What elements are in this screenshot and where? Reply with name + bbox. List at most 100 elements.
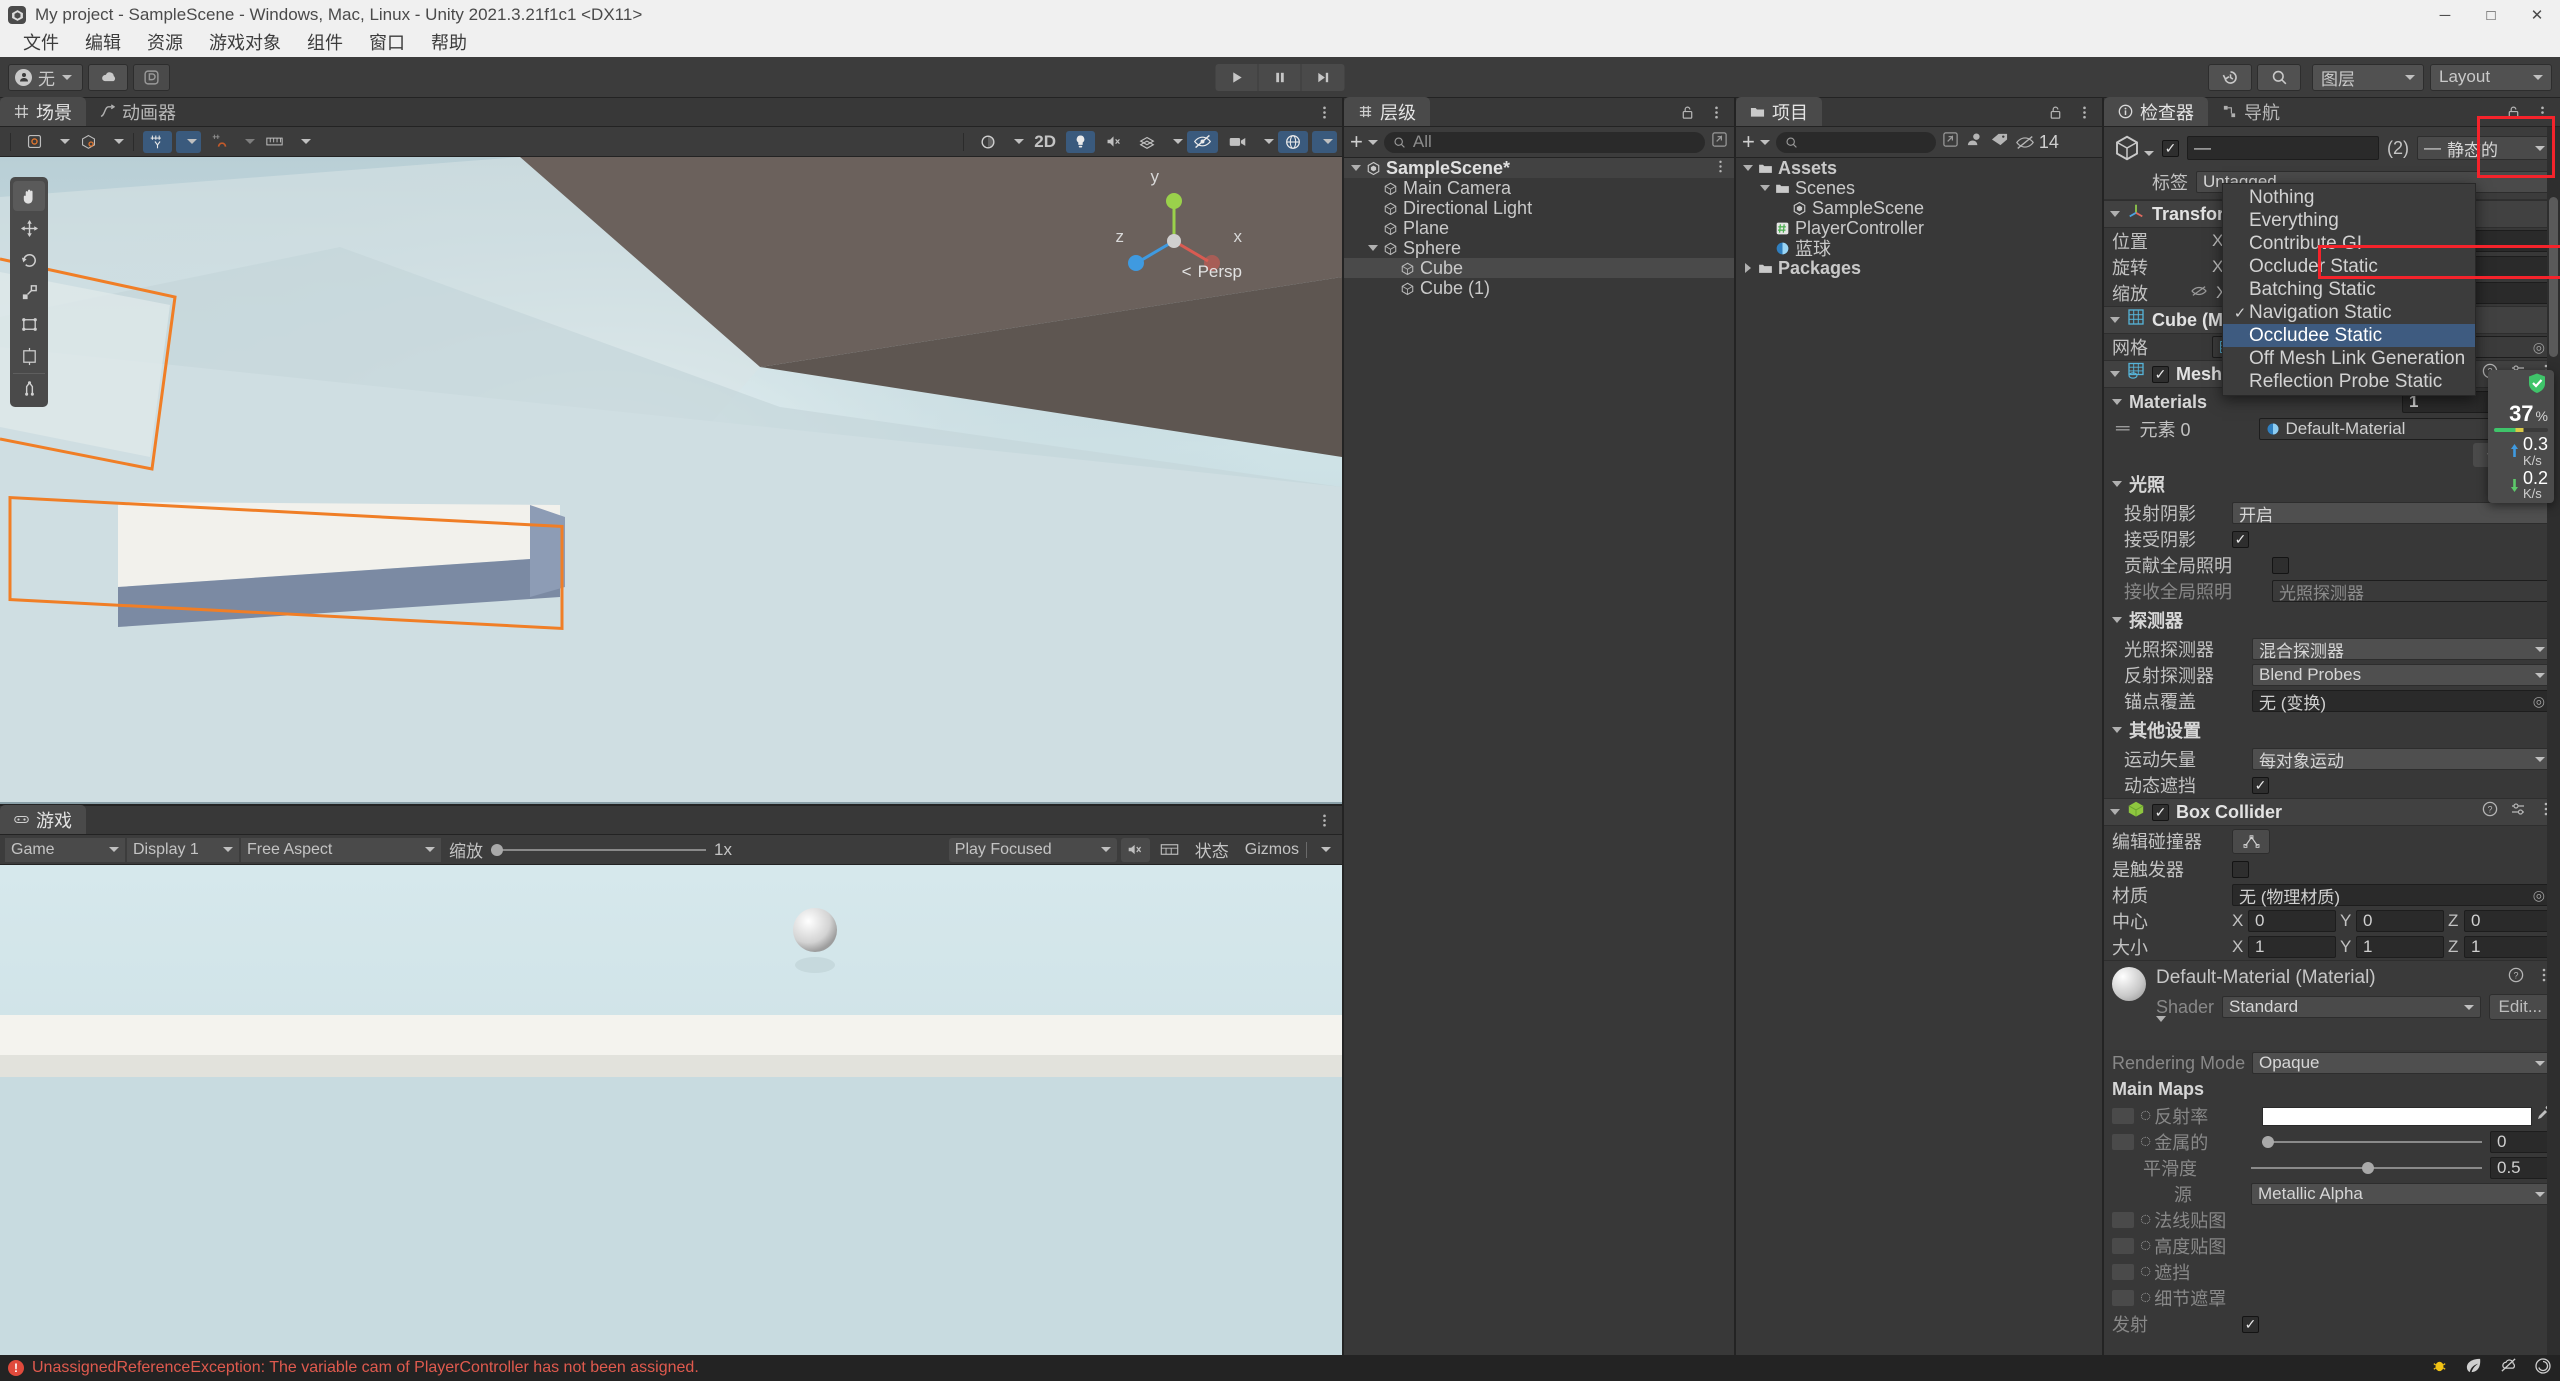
hierarchy-tree[interactable]: SampleScene* Main Camera Directional Light…	[1344, 158, 1734, 1355]
foldout-icon[interactable]	[2112, 727, 2122, 733]
hierarchy-search-input[interactable]: All	[1383, 131, 1705, 153]
2d-toggle[interactable]: 2D	[1028, 131, 1062, 153]
tree-row[interactable]: 蓝球	[1736, 238, 2102, 259]
stats-button[interactable]: 状态	[1189, 838, 1235, 862]
tab-scene[interactable]: 场景	[0, 97, 86, 126]
tab-hierarchy[interactable]: 层级	[1344, 97, 1430, 126]
tab-project[interactable]: 项目	[1736, 97, 1822, 126]
add-gameobject-button[interactable]: +	[1350, 131, 1378, 153]
drag-handle-icon[interactable]: ═	[2116, 418, 2129, 440]
object-picker-icon[interactable]: ◎	[2533, 339, 2545, 356]
status-bar[interactable]: ! UnassignedReferenceException: The vari…	[0, 1355, 2560, 1381]
contribute-gi-checkbox[interactable]	[2272, 556, 2289, 574]
tree-row[interactable]: Sphere	[1344, 238, 1734, 258]
scale-tool-button[interactable]	[13, 277, 45, 307]
magnet-snap-button[interactable]	[205, 131, 234, 153]
occlusion-texture-slot[interactable]	[2112, 1264, 2134, 1280]
static-flag-item[interactable]: ✓ Navigation Static	[2223, 301, 2475, 324]
menu-gameobject[interactable]: 游戏对象	[196, 30, 294, 57]
component-box-collider-header[interactable]: ✓ Box Collider ?	[2104, 798, 2560, 826]
size-z-field[interactable]: 1	[2464, 936, 2552, 958]
inspector-content[interactable]: ✓ — (2) — 静态的 标签 Untagged Transform 位置 X…	[2104, 127, 2560, 1355]
box-collider-enabled-checkbox[interactable]: ✓	[2152, 803, 2169, 821]
filter-by-type-icon[interactable]	[1965, 131, 1984, 154]
tree-row[interactable]: Packages	[1736, 258, 2102, 278]
static-flag-item[interactable]: Reflection Probe Static	[2223, 370, 2475, 393]
static-flags-menu[interactable]: Nothing Everything Contribute GI Occluder S…	[2222, 183, 2477, 396]
chevron-down-icon[interactable]	[245, 139, 255, 144]
hand-tool-button[interactable]	[13, 181, 45, 211]
menu-window[interactable]: 窗口	[356, 30, 418, 57]
project-popout-icon[interactable]	[1942, 131, 1959, 154]
hierarchy-popout-icon[interactable]	[1711, 131, 1728, 154]
menu-file[interactable]: 文件	[10, 30, 72, 57]
game-target-dropdown[interactable]: Game	[5, 837, 125, 862]
tree-foldout[interactable]	[1365, 245, 1381, 251]
albedo-color-field[interactable]	[2262, 1106, 2532, 1126]
kebab-icon[interactable]	[1317, 812, 1332, 834]
static-flag-item[interactable]: Batching Static	[2223, 278, 2475, 301]
smoothness-slider-thumb[interactable]	[2361, 1162, 2374, 1174]
ruler-snap-button[interactable]	[259, 131, 290, 153]
help-icon[interactable]: ?	[2482, 801, 2498, 823]
smoothness-value[interactable]: 0.5	[2490, 1157, 2552, 1179]
edit-shader-button[interactable]: Edit...	[2488, 994, 2552, 1020]
rotate-tool-button[interactable]	[13, 245, 45, 275]
play-mode-dropdown[interactable]: Play Focused	[948, 837, 1117, 862]
tree-row[interactable]: Plane	[1344, 218, 1734, 238]
tree-row[interactable]: Cube	[1344, 258, 1734, 278]
inspector-scrollbar[interactable]	[2547, 127, 2560, 1355]
audio-toggle[interactable]	[1099, 131, 1128, 153]
tab-inspector[interactable]: 检查器	[2104, 97, 2208, 126]
motion-vectors-dropdown[interactable]: 每对象运动	[2252, 748, 2552, 771]
other-settings-section[interactable]: 其他设置	[2104, 714, 2560, 746]
scene-persp-toggle[interactable]: < Persp	[1182, 262, 1242, 282]
undo-history-button[interactable]	[2208, 63, 2252, 91]
gizmos-dropdown[interactable]	[1312, 130, 1337, 153]
toggle-dot-icon[interactable]: ◌	[2140, 1261, 2151, 1283]
gizmos-dropdown-game[interactable]: Gizmos	[1239, 838, 1337, 862]
metallic-slider[interactable]	[2262, 1135, 2482, 1149]
layout-dropdown[interactable]: Layout	[2430, 63, 2552, 91]
chevron-down-icon[interactable]	[114, 139, 124, 144]
kebab-icon[interactable]	[1317, 104, 1332, 126]
center-x-field[interactable]: 0	[2248, 910, 2336, 932]
edit-collider-button[interactable]	[2232, 828, 2270, 854]
collider-material-field[interactable]: 无 (物理材质) ◎	[2232, 884, 2552, 907]
minimize-button[interactable]: ─	[2422, 0, 2468, 30]
dynamic-occlusion-checkbox[interactable]: ✓	[2252, 776, 2269, 794]
reflection-probes-dropdown[interactable]: Blend Probes	[2252, 664, 2552, 686]
project-search-input[interactable]	[1775, 131, 1936, 153]
game-viewport[interactable]	[0, 865, 1342, 1355]
normal-map-texture-slot[interactable]	[2112, 1212, 2134, 1228]
mute-audio-toggle[interactable]	[1120, 837, 1150, 862]
size-y-field[interactable]: 1	[2356, 936, 2444, 958]
static-flag-item[interactable]: Occluder Static	[2223, 255, 2475, 278]
leaf-icon[interactable]	[2464, 1357, 2483, 1379]
scene-camera-button[interactable]	[1222, 131, 1253, 153]
foldout-icon[interactable]	[2112, 617, 2122, 623]
object-picker-icon[interactable]: ◎	[2533, 693, 2545, 710]
close-button[interactable]: ✕	[2514, 0, 2560, 30]
chevron-down-icon[interactable]	[1264, 139, 1274, 144]
move-tool-button[interactable]	[13, 213, 45, 243]
static-flag-item[interactable]: Occludee Static	[2223, 324, 2476, 347]
height-map-texture-slot[interactable]	[2112, 1238, 2134, 1254]
pause-button[interactable]	[1258, 63, 1302, 91]
static-flag-item[interactable]: Contribute GI	[2223, 232, 2475, 255]
tool-pivot-rotation-button[interactable]	[20, 131, 49, 153]
hidden-objects-toggle[interactable]	[1187, 130, 1218, 153]
static-flag-item[interactable]: Everything	[2223, 209, 2475, 232]
object-picker-icon[interactable]: ◎	[2533, 887, 2545, 904]
tree-foldout[interactable]	[1348, 165, 1364, 171]
draw-mode-button[interactable]	[973, 131, 1003, 153]
center-z-field[interactable]: 0	[2464, 910, 2552, 932]
static-flag-item[interactable]: Nothing	[2223, 186, 2475, 209]
toggle-dot-icon[interactable]: ◌	[2140, 1105, 2151, 1127]
foldout-icon[interactable]	[2110, 211, 2120, 217]
help-icon[interactable]: ?	[2508, 967, 2524, 989]
detail-mask-texture-slot[interactable]	[2112, 1290, 2134, 1306]
grid-snapping-toggle[interactable]	[143, 130, 172, 153]
transform-tool-button[interactable]	[13, 341, 45, 371]
rect-tool-button[interactable]	[13, 309, 45, 339]
